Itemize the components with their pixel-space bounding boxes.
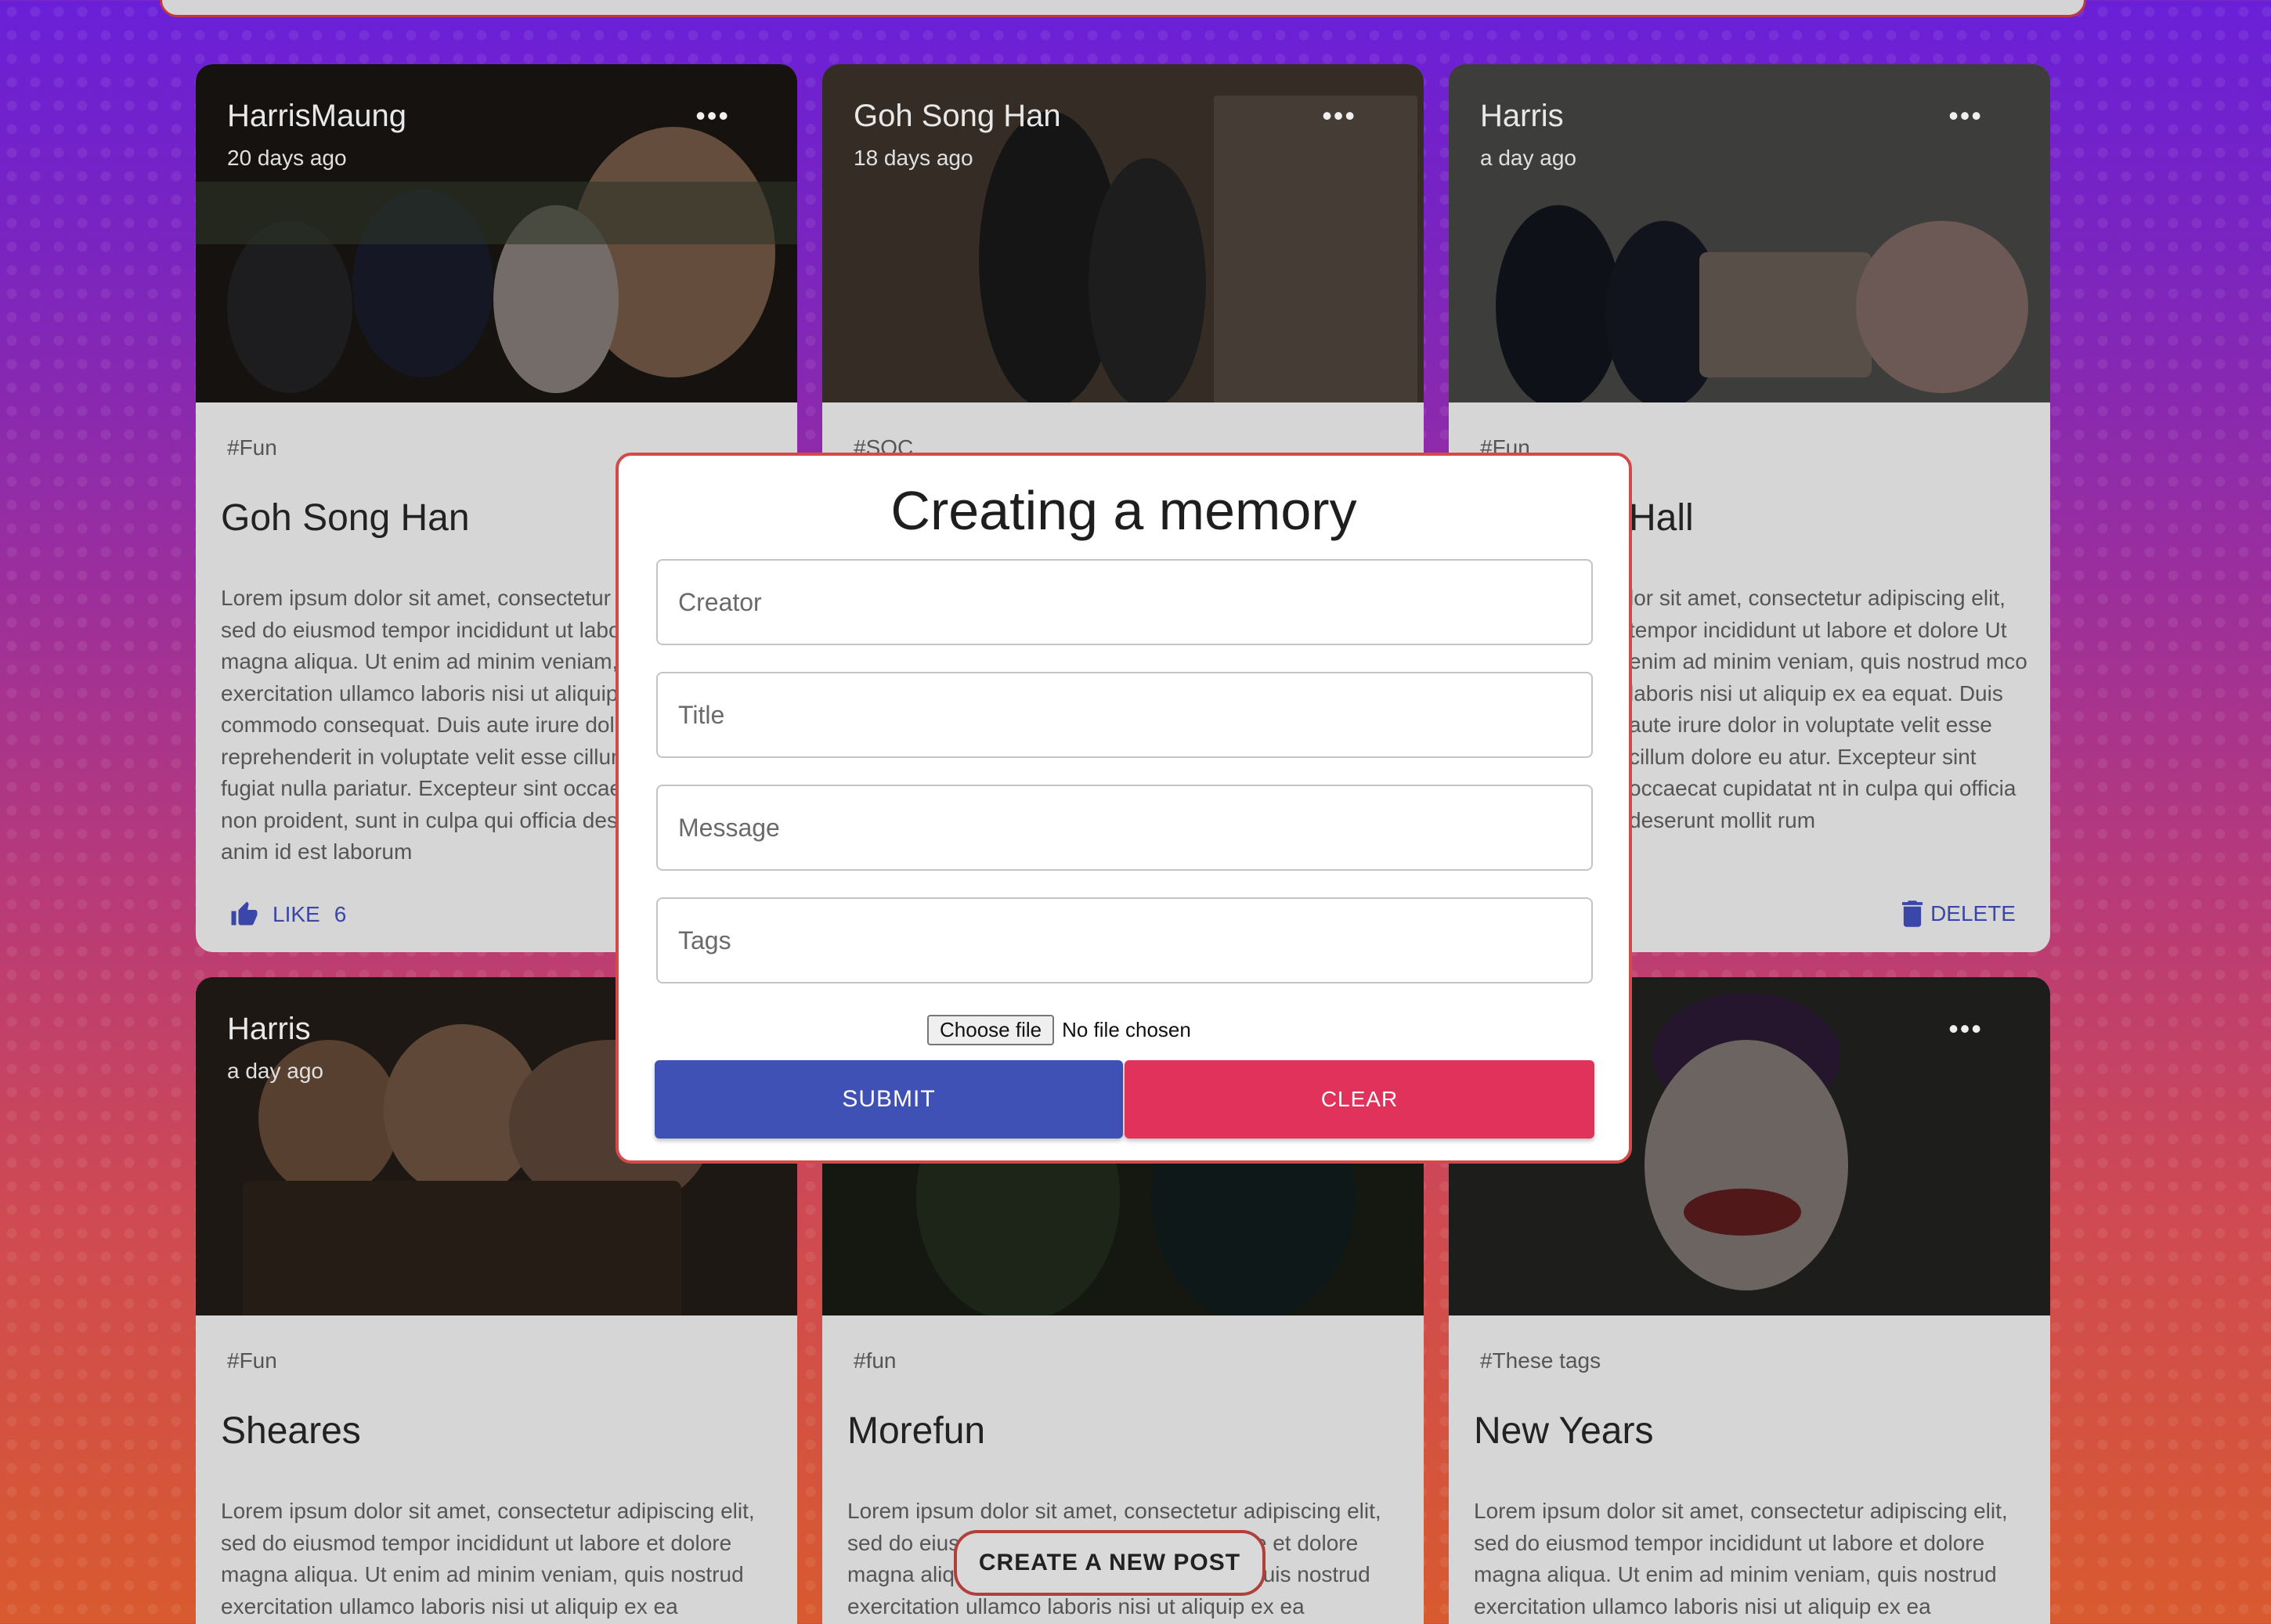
more-options-icon[interactable]: ••• bbox=[1322, 102, 1356, 130]
submit-button[interactable]: SUBMIT bbox=[655, 1060, 1123, 1139]
post-image: HarrisMaung 20 days ago ••• bbox=[196, 64, 797, 402]
post-creator: Harris bbox=[1480, 99, 1564, 133]
post-title: Sheares bbox=[221, 1410, 361, 1452]
post-message: Lorem ipsum dolor sit amet, consectetur … bbox=[1474, 1499, 2008, 1619]
post-image: Goh Song Han 18 days ago ••• bbox=[822, 64, 1424, 402]
choose-file-button[interactable]: Choose file bbox=[927, 1015, 1055, 1045]
post-time: 18 days ago bbox=[854, 146, 973, 170]
more-options-icon[interactable]: ••• bbox=[1948, 102, 1983, 130]
more-options-icon[interactable]: ••• bbox=[1948, 1015, 1983, 1043]
message-input[interactable] bbox=[656, 785, 1593, 871]
delete-label: DELETE bbox=[1930, 901, 2016, 926]
post-creator: HarrisMaung bbox=[227, 99, 406, 133]
like-label: LIKE bbox=[273, 902, 320, 926]
thumb-up-icon bbox=[231, 901, 258, 926]
title-input[interactable] bbox=[656, 672, 1593, 758]
post-creator: Harris bbox=[227, 1012, 311, 1046]
tags-input[interactable] bbox=[656, 897, 1593, 983]
clear-button[interactable]: CLEAR bbox=[1125, 1060, 1594, 1139]
create-new-post-button[interactable]: CREATE A NEW POST bbox=[954, 1530, 1265, 1596]
post-image: Harris a day ago ••• bbox=[1449, 64, 2050, 402]
post-title: Goh Song Han bbox=[221, 497, 470, 539]
creator-input[interactable] bbox=[656, 559, 1593, 645]
form-title: Creating a memory bbox=[890, 480, 1357, 541]
post-message: Lorem ipsum dolor sit amet, consectetur … bbox=[221, 1499, 755, 1619]
file-status: No file chosen bbox=[1062, 1018, 1191, 1041]
post-creator: Goh Song Han bbox=[854, 99, 1061, 133]
post-tags: #Fun bbox=[227, 1348, 277, 1373]
more-options-icon[interactable]: ••• bbox=[695, 102, 730, 130]
create-memory-dialog: Creating a memory Choose file No file ch… bbox=[616, 453, 1632, 1164]
post-title: Morefun bbox=[847, 1410, 986, 1452]
post-tags: #Fun bbox=[227, 435, 277, 460]
post-message: lor sit amet, consectetur adipiscing eli… bbox=[1629, 586, 2027, 832]
trash-icon bbox=[1902, 900, 1923, 927]
delete-button[interactable]: DELETE bbox=[1902, 900, 2016, 927]
post-time: a day ago bbox=[227, 1059, 323, 1083]
post-title: New Years bbox=[1474, 1410, 1654, 1452]
post-tags: #These tags bbox=[1480, 1348, 1601, 1373]
post-time: a day ago bbox=[1480, 146, 1576, 170]
post-time: 20 days ago bbox=[227, 146, 347, 170]
like-button[interactable]: LIKE 6 bbox=[230, 900, 346, 929]
file-input: Choose file No file chosen bbox=[927, 1015, 1191, 1045]
post-title: Hall bbox=[1629, 497, 1694, 539]
post-tags: #fun bbox=[854, 1348, 897, 1373]
like-count: 6 bbox=[334, 902, 347, 926]
